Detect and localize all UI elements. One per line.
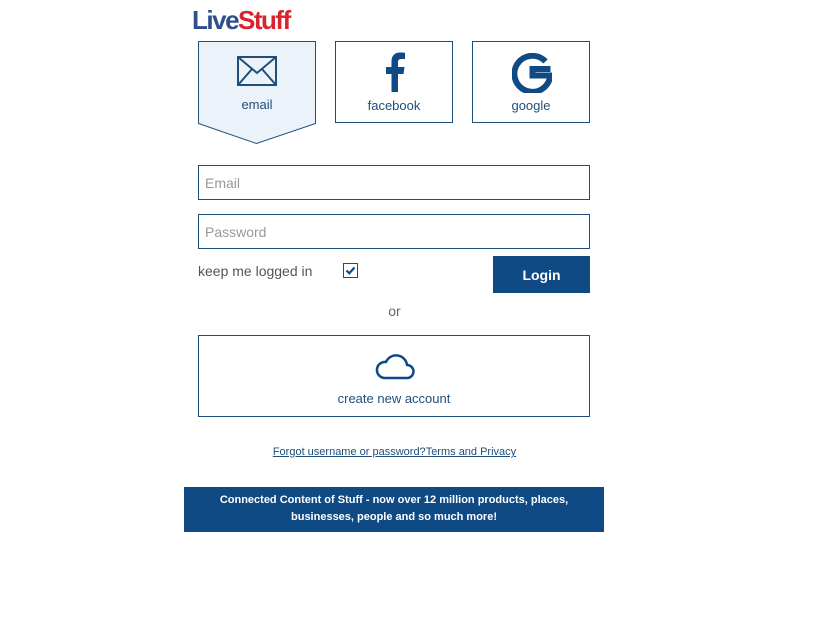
envelope-icon: [198, 51, 316, 91]
info-banner: Connected Content of Stuff - now over 12…: [184, 487, 604, 532]
email-field[interactable]: [198, 165, 590, 200]
keep-logged-in-label: keep me logged in: [198, 263, 313, 279]
password-field[interactable]: [198, 214, 590, 249]
forgot-password-link[interactable]: Forgot username or password?: [273, 446, 426, 458]
keep-logged-in-checkbox[interactable]: [343, 263, 358, 278]
logo-part-live: Live: [192, 5, 240, 35]
cloud-icon: [375, 354, 415, 380]
logo-part-stuff: Stuff: [238, 5, 291, 35]
tab-google[interactable]: google: [472, 41, 590, 123]
tab-email[interactable]: email: [198, 41, 316, 145]
tab-google-label: google: [511, 98, 551, 113]
livestuff-logo[interactable]: LiveStuff: [192, 5, 291, 36]
terms-privacy-link[interactable]: Terms and Privacy: [426, 446, 516, 458]
create-account-label: create new account: [337, 391, 451, 406]
login-button[interactable]: Login: [493, 256, 590, 293]
or-divider: or: [388, 303, 401, 319]
create-account-button[interactable]: create new account: [198, 335, 590, 417]
footer-links: Forgot username or password?Terms and Pr…: [0, 446, 789, 458]
tab-email-label: email: [241, 97, 273, 112]
tab-facebook[interactable]: facebook: [335, 41, 453, 123]
facebook-icon: [336, 52, 452, 92]
tab-facebook-label: facebook: [367, 98, 421, 113]
checkmark-icon: [345, 266, 356, 275]
google-icon: [473, 52, 589, 93]
